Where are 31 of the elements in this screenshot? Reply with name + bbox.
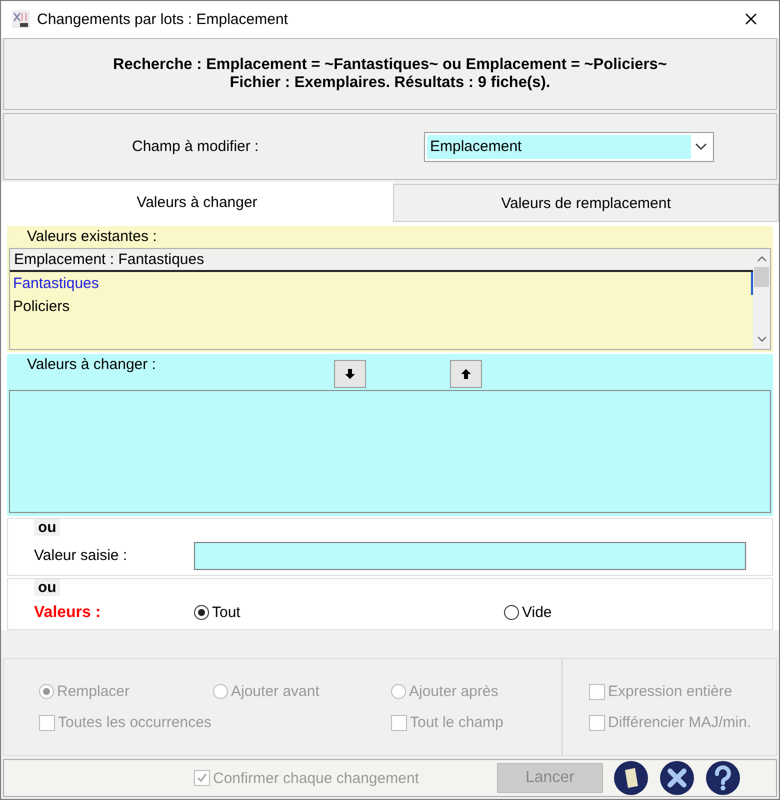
existing-values-list[interactable]: Emplacement : Fantastiques Fantastiques Policiers [9,248,771,350]
tab[interactable]: Valeurs de remplacement [393,184,779,222]
list-header: Emplacement : Fantastiques [10,249,753,272]
close-icon[interactable] [745,13,757,26]
app-logo-icon [11,9,31,30]
field-dropdown[interactable]: Emplacement [424,132,714,162]
help-button[interactable] [704,760,741,796]
close-button[interactable] [658,760,695,796]
window-title: Changements par lots : Emplacement [37,10,289,28]
summary-line: Recherche : Emplacement = ~Fantastiques~ ou Emplacement = ~Policiers~ [113,56,667,74]
radio-option[interactable]: Vide [504,604,552,622]
typed-value-field[interactable] [194,542,746,570]
move-down-button[interactable] [334,360,366,388]
note-button[interactable] [612,760,649,796]
arrow-down-icon [344,368,356,380]
values-label: Valeurs : [34,604,102,622]
section-label: Valeurs existantes : [26,227,158,248]
field-label: Champ à modifier : [131,138,260,156]
or-label: ou [34,519,60,536]
typed-value-label: Valeur saisie : [34,547,128,564]
radio-option[interactable]: Tout [194,604,504,622]
or-label: ou [34,579,60,596]
summary-line: Fichier : Exemplaires. Résultats : 9 fiche(s). [230,74,550,92]
tab[interactable]: Valeurs à changer [1,182,393,222]
scroll-thumb[interactable] [754,267,769,288]
list-item[interactable]: Policiers [10,295,753,318]
move-up-button[interactable] [450,360,482,388]
section-label: Valeurs à changer : [26,355,157,376]
scrollbar[interactable] [753,249,770,350]
arrow-up-icon [460,368,472,380]
check-mark-icon [196,772,208,784]
